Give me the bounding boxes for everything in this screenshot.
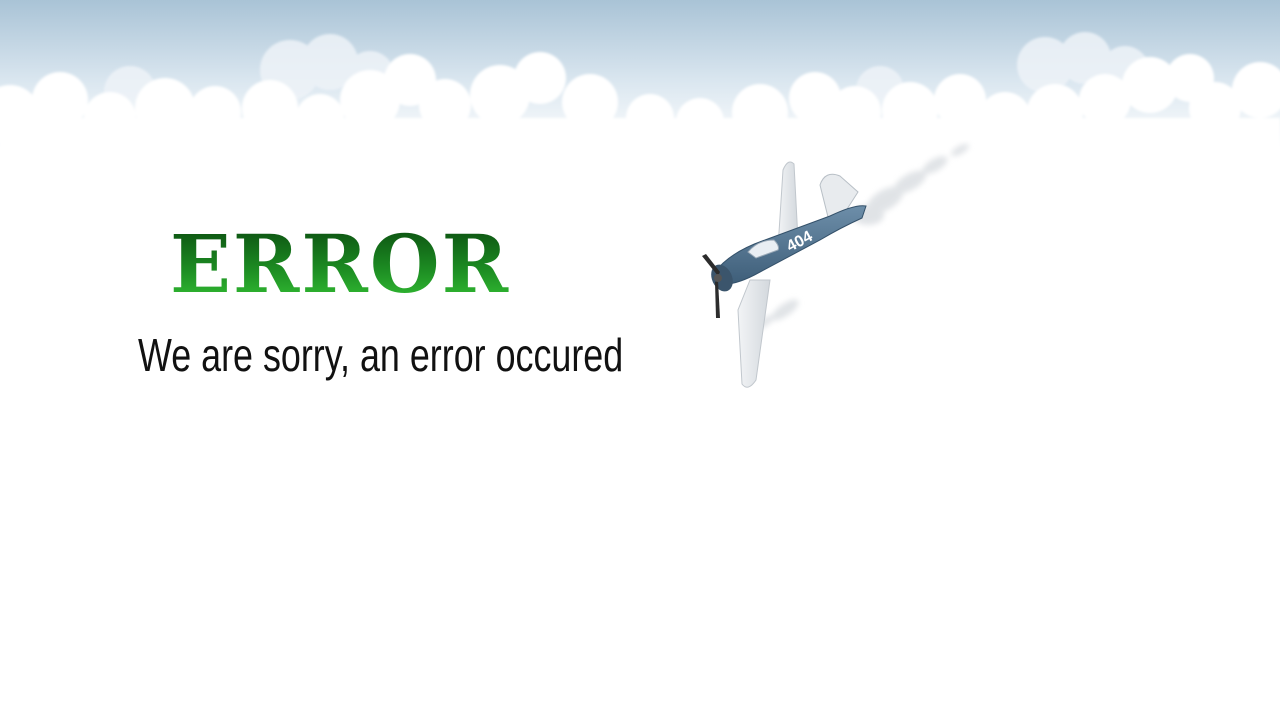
error-page: ERROR We are sorry, an error occured 404 bbox=[0, 0, 1280, 720]
crashing-plane-icon: 404 bbox=[702, 143, 969, 388]
error-heading: ERROR bbox=[140, 224, 540, 304]
error-message: We are sorry, an error occured bbox=[138, 329, 624, 381]
cloud-header bbox=[0, 0, 1280, 150]
